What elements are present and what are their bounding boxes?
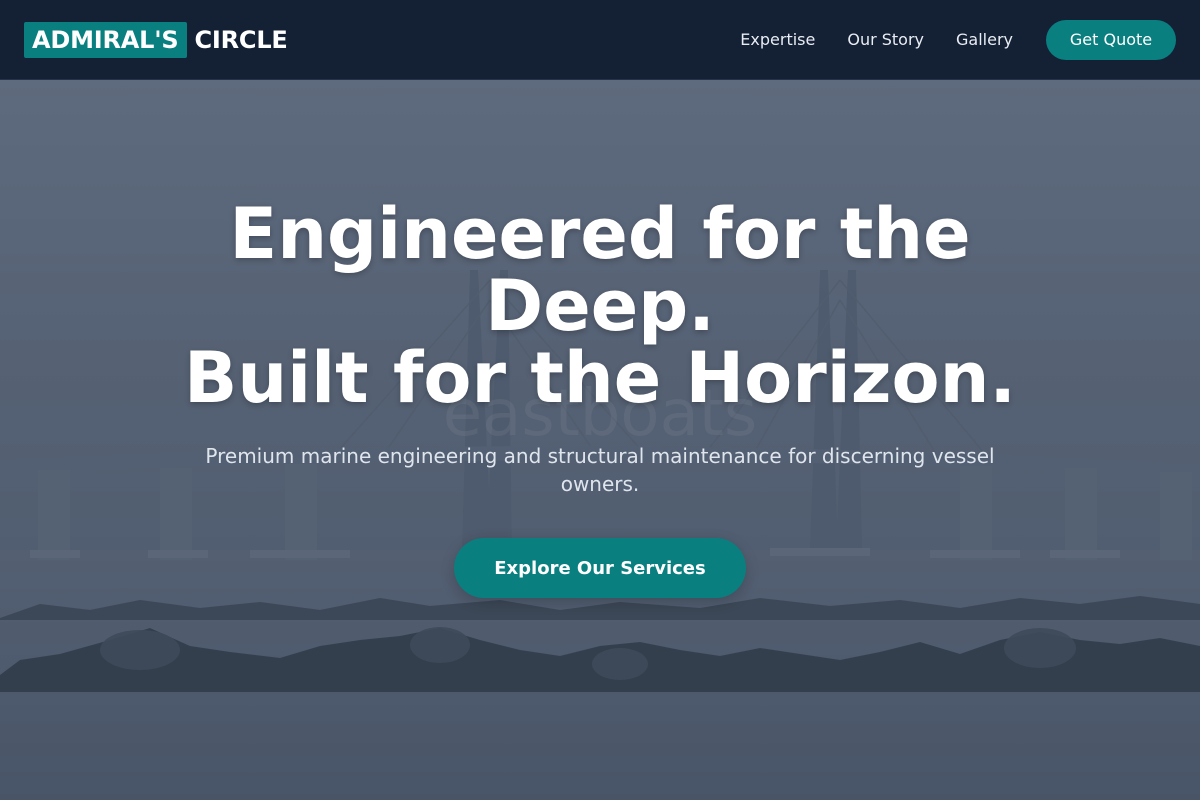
hero-title-line-1: Engineered for the (229, 193, 971, 275)
main-nav: Expertise Our Story Gallery Get Quote (740, 19, 1176, 60)
hero-title-line-3: Built for the Horizon. (183, 337, 1017, 419)
hero-subtitle: Premium marine engineering and structura… (205, 444, 995, 496)
get-quote-button[interactable]: Get Quote (1046, 19, 1176, 60)
nav-link-gallery[interactable]: Gallery (956, 30, 1013, 49)
brand-logo[interactable]: ADMIRAL'S CIRCLE (24, 21, 288, 58)
hero-section: eastboats Engineered for the Deep. Built… (0, 80, 1200, 800)
hero-content: Engineered for the Deep. Built for the H… (0, 80, 1200, 800)
hero-title-line-2: Deep. (485, 265, 715, 347)
brand-logo-mark: ADMIRAL'S (24, 21, 187, 58)
hero-title: Engineered for the Deep. Built for the H… (100, 198, 1100, 414)
brand-logo-word: CIRCLE (194, 25, 288, 54)
site-header: ADMIRAL'S CIRCLE Expertise Our Story Gal… (0, 0, 1200, 80)
nav-link-our-story[interactable]: Our Story (847, 30, 924, 49)
nav-link-expertise[interactable]: Expertise (740, 30, 815, 49)
explore-services-button[interactable]: Explore Our Services (454, 538, 746, 598)
